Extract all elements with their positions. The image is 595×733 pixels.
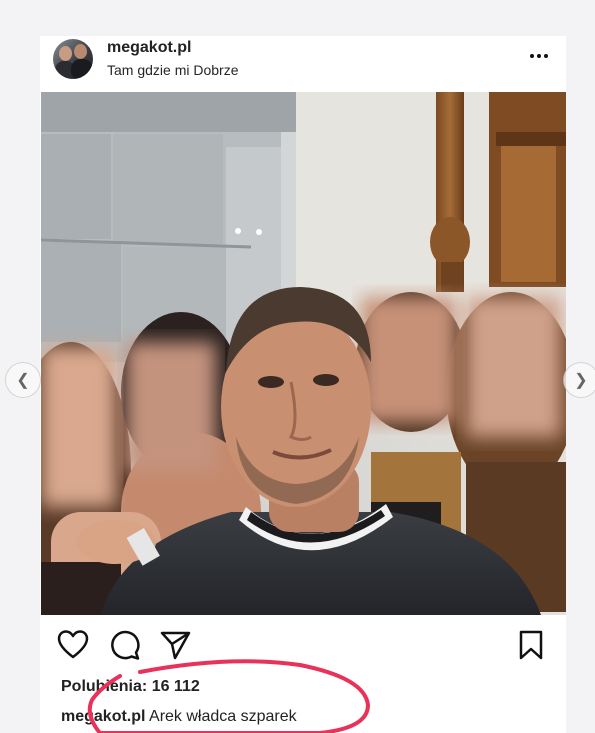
avatar[interactable] (53, 39, 93, 79)
likes-count[interactable]: Polubienia: 16 112 (61, 678, 200, 696)
likes-label: Polubienia: (61, 678, 148, 695)
caption-username[interactable]: megakot.pl (61, 708, 145, 725)
instagram-post: megakot.pl Tam gdzie mi Dobrze Polubieni… (40, 36, 566, 733)
post-caption: megakot.pl Arek władca szparek (61, 708, 297, 726)
post-username[interactable]: megakot.pl (107, 39, 191, 57)
bookmark-icon[interactable] (514, 628, 548, 662)
post-actions (40, 628, 566, 662)
caption-text: Arek władca szparek (149, 708, 297, 725)
heart-icon[interactable] (56, 628, 90, 662)
likes-number: 16 112 (151, 678, 200, 695)
chevron-left-icon[interactable]: ❮ (5, 362, 41, 398)
comment-bubble-icon[interactable] (108, 628, 142, 662)
post-photo[interactable] (41, 92, 566, 615)
chevron-right-icon[interactable]: ❯ (563, 362, 595, 398)
post-header: megakot.pl Tam gdzie mi Dobrze (40, 36, 566, 90)
more-options-icon[interactable] (522, 44, 556, 68)
paper-plane-icon[interactable] (158, 628, 192, 662)
post-location[interactable]: Tam gdzie mi Dobrze (107, 62, 239, 78)
